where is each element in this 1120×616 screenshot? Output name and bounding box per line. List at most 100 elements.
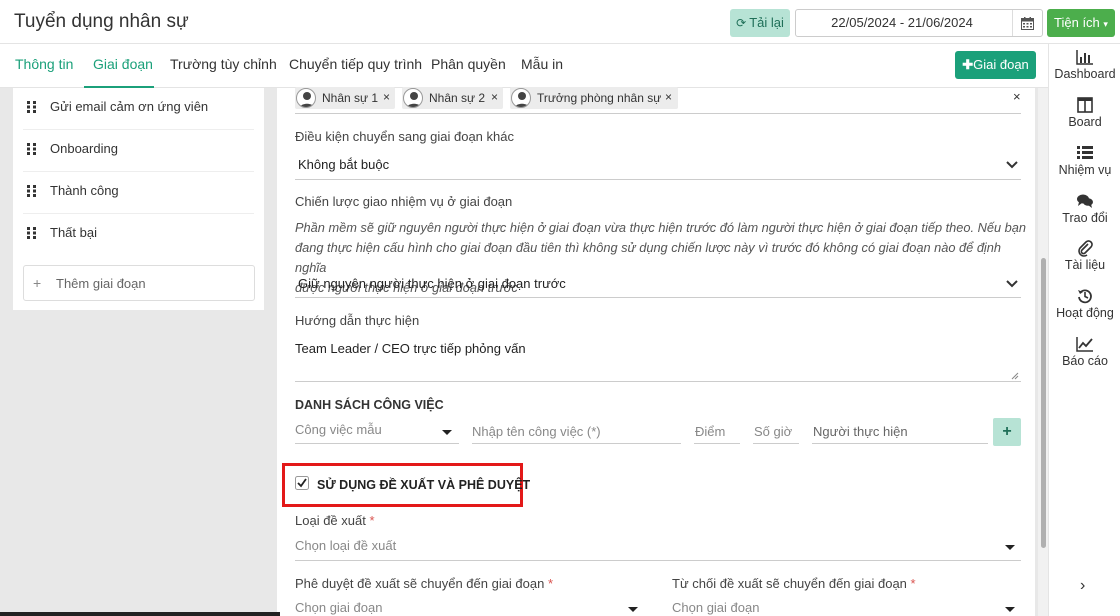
utilities-label: Tiện ích [1054,15,1100,30]
approve-stage-select[interactable]: Chọn giai đoạn [295,596,644,616]
proposal-type-select[interactable]: Chọn loại đề xuất [295,533,1021,561]
task-score-input[interactable]: Điểm [694,419,740,444]
assignee-name: Nhân sự 1 [322,91,379,105]
drag-handle-icon[interactable] [27,143,37,155]
reject-stage-label-text: Từ chối đề xuất sẽ chuyển đến giai đoạn [672,576,907,591]
task-template-select[interactable]: Công việc mẫu [295,419,459,444]
task-assignee-input[interactable]: Người thực hiện [812,419,988,444]
required-mark: * [547,576,554,591]
task-name-placeholder: Nhập tên công việc (*) [472,424,601,439]
bottom-edge [0,612,280,616]
sidebar-item-label: Nhiệm vụ [1058,163,1112,177]
remove-icon[interactable]: × [491,90,498,104]
stage-item[interactable]: Thành công [23,172,254,214]
sidebar-item-tasks[interactable]: Nhiệm vụ [1049,144,1120,177]
sidebar-item-label: Board [1068,115,1102,129]
paperclip-icon [1078,240,1093,257]
resize-handle-icon[interactable] [1011,372,1019,380]
sidebar-item-activity[interactable]: Hoạt động [1049,287,1120,320]
sidebar-item-dashboard[interactable]: Dashboard [1049,48,1120,81]
required-mark: * [369,513,375,528]
right-sidebar [1048,44,1120,616]
tab-stages[interactable]: Giai đoạn [93,56,153,88]
stage-item[interactable]: Onboarding [23,130,254,172]
reload-label: Tải lại [749,15,784,30]
assignee-chip: Nhân sự 1 × [295,87,395,109]
utilities-dropdown-button[interactable]: Tiện ích ▾ [1047,9,1115,37]
add-stage-label: Giai đoạn [973,57,1029,72]
stage-item[interactable]: Thất bại [23,214,254,256]
assignee-name: Nhân sự 2 [429,91,486,105]
avatar [511,88,531,108]
reject-stage-placeholder: Chọn giai đoạn [672,600,760,615]
approve-stage-label-text: Phê duyệt đề xuất sẽ chuyển đến giai đoạ… [295,576,545,591]
refresh-icon: ⟳ [736,16,747,30]
proposal-type-placeholder: Chọn loại đề xuất [295,538,397,553]
stage-list-panel: Gửi email cảm ơn ứng viên Onboarding Thà… [13,88,264,310]
calendar-icon[interactable] [1012,10,1042,36]
assignee-chip: Nhân sự 2 × [402,87,503,109]
reject-stage-select[interactable]: Chọn giai đoạn [672,596,1021,616]
assignees-select[interactable]: Nhân sự 1 × Nhân sự 2 × Trưởng phòng nhâ… [295,87,1021,114]
stage-label: Gửi email cảm ơn ứng viên [50,99,209,114]
sidebar-item-label: Hoạt động [1056,306,1114,320]
drag-handle-icon[interactable] [27,185,37,197]
task-list-title: DANH SÁCH CÔNG VIỆC [295,398,444,412]
required-mark: * [910,576,916,591]
add-stage-button[interactable]: ✚Giai đoạn [955,51,1036,79]
caret-down-icon [442,430,452,435]
plus-icon: ✚ [962,57,974,72]
reject-stage-label: Từ chối đề xuất sẽ chuyển đến giai đoạn … [672,576,916,591]
drag-handle-icon[interactable] [27,227,37,239]
chevron-down-icon [1006,161,1018,169]
remove-icon[interactable]: × [665,90,672,104]
clear-all-icon[interactable]: × [1013,89,1021,104]
chevron-down-icon [1006,280,1018,288]
instructions-textarea[interactable]: Team Leader / CEO trực tiếp phỏng vấn [295,332,1021,382]
tab-permissions[interactable]: Phân quyền [431,56,506,88]
reload-button[interactable]: ⟳ Tải lại [730,9,790,37]
drag-handle-icon[interactable] [27,101,37,113]
tab-info[interactable]: Thông tin [15,56,73,88]
tab-custom-fields[interactable]: Trường tùy chỉnh [170,56,277,88]
sidebar-item-documents[interactable]: Tài liệu [1049,239,1120,272]
plus-icon: + [33,275,42,291]
task-template-placeholder: Công việc mẫu [295,422,382,437]
assignee-name: Trưởng phòng nhân sự [537,91,662,105]
scrollbar-thumb[interactable] [1041,258,1046,548]
assignee-chip: Trưởng phòng nhân sự × [510,87,678,109]
instructions-value: Team Leader / CEO trực tiếp phỏng vấn [295,341,526,356]
bar-chart-icon [1076,50,1093,65]
date-range-value: 22/05/2024 - 21/06/2024 [831,15,973,30]
add-stage-input[interactable]: + Thêm giai đoạn [23,265,255,301]
sidebar-item-label: Tài liệu [1064,258,1106,272]
description-line: Phần mềm sẽ giữ nguyên người thực hiện ở… [295,220,1027,235]
top-bar: Tuyển dụng nhân sự ⟳ Tải lại 22/05/2024 -… [0,0,1120,44]
board-icon [1077,97,1093,113]
task-assignee-placeholder: Người thực hiện [813,424,908,439]
transition-condition-select[interactable]: Không bắt buộc [295,150,1021,180]
add-task-button[interactable]: + [993,418,1021,446]
use-approval-label[interactable]: SỬ DỤNG ĐỀ XUẤT VÀ PHÊ DUYỆT [317,478,530,492]
date-range-picker[interactable]: 22/05/2024 - 21/06/2024 [795,9,1043,37]
remove-icon[interactable]: × [383,90,390,104]
task-hours-input[interactable]: Số giờ [753,419,799,444]
stage-label: Onboarding [50,141,118,156]
stage-label: Thành công [50,183,119,198]
assignment-strategy-select[interactable]: Giữ nguyên người thực hiện ở giai đoạn t… [295,270,1021,298]
assignment-strategy-value: Giữ nguyên người thực hiện ở giai đoạn t… [298,276,566,291]
sidebar-item-discussion[interactable]: Trao đổi [1049,192,1120,225]
sidebar-item-board[interactable]: Board [1049,96,1120,129]
tab-process-transition[interactable]: Chuyển tiếp quy trình [289,56,422,88]
chevron-right-icon[interactable]: › [1080,577,1085,595]
add-stage-placeholder: Thêm giai đoạn [56,276,146,291]
stage-label: Thất bại [50,225,97,240]
history-icon [1078,289,1092,304]
task-name-input[interactable]: Nhập tên công việc (*) [472,419,681,444]
stage-item[interactable]: Gửi email cảm ơn ứng viên [23,88,254,130]
use-approval-checkbox[interactable] [295,476,309,490]
tabs-bar: Thông tin Giai đoạn Trường tùy chỉnh Chu… [0,44,1048,88]
task-hours-placeholder: Số giờ [754,424,793,439]
sidebar-item-reports[interactable]: Báo cáo [1049,335,1120,368]
tab-print-templates[interactable]: Mẫu in [521,56,563,88]
